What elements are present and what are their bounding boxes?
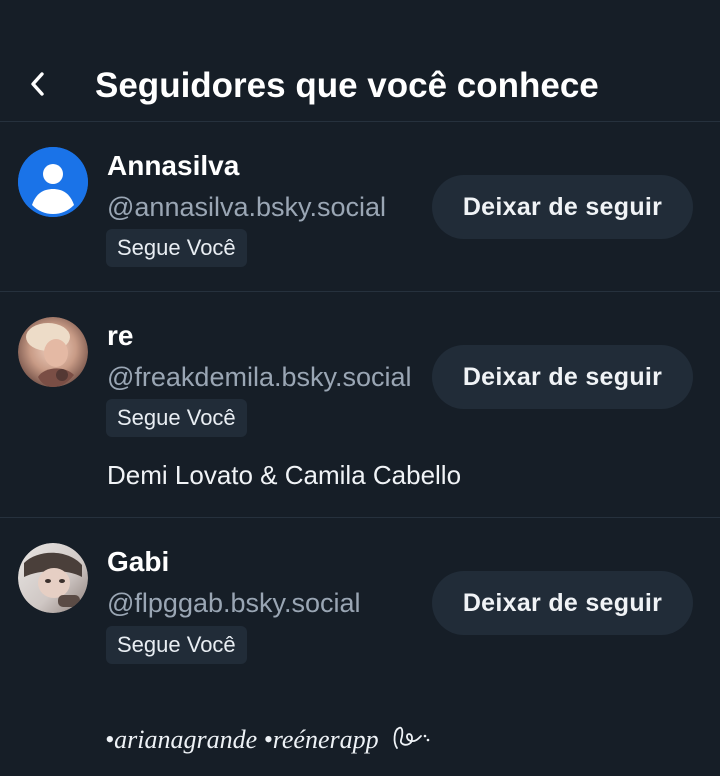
back-button[interactable] [18, 64, 58, 104]
avatar[interactable] [18, 147, 88, 217]
unfollow-button[interactable]: Deixar de seguir [432, 175, 693, 239]
follows-you-badge: Segue Você [106, 626, 247, 664]
profile-photo-icon [18, 543, 88, 613]
follows-you-badge: Segue Você [106, 229, 247, 267]
chevron-left-icon [31, 72, 44, 96]
follower-row[interactable]: re @freakdemila.bsky.social Segue Você D… [0, 292, 720, 518]
display-name[interactable]: Gabi [107, 545, 169, 579]
profile-photo-icon [18, 317, 88, 387]
follows-you-badge: Segue Você [106, 399, 247, 437]
followers-you-know-screen: Seguidores que você conhece Annasilva @a… [0, 0, 720, 776]
watermark-text: •arianagrande •reénerapp [105, 725, 379, 754]
doodle-icon [393, 726, 430, 749]
handle[interactable]: @flpggab.bsky.social [107, 586, 417, 620]
unfollow-button[interactable]: Deixar de seguir [432, 571, 693, 635]
bio-text: Demi Lovato & Camila Cabello [107, 460, 462, 490]
display-name[interactable]: Annasilva [107, 149, 239, 183]
display-name[interactable]: re [107, 319, 133, 353]
unfollow-button[interactable]: Deixar de seguir [432, 345, 693, 409]
avatar[interactable] [18, 317, 88, 387]
handle[interactable]: @annasilva.bsky.social [107, 190, 417, 224]
follower-row[interactable]: Gabi @flpggab.bsky.social Segue Você Dei… [0, 518, 720, 688]
header-bar: Seguidores que você conhece [0, 0, 720, 122]
handle[interactable]: @freakdemila.bsky.social [107, 360, 417, 394]
watermark: •arianagrande •reénerapp [105, 722, 431, 758]
default-avatar-icon [18, 147, 88, 217]
follower-row[interactable]: Annasilva @annasilva.bsky.social Segue V… [0, 122, 720, 292]
avatar[interactable] [18, 543, 88, 613]
page-title: Seguidores que você conhece [95, 66, 599, 105]
